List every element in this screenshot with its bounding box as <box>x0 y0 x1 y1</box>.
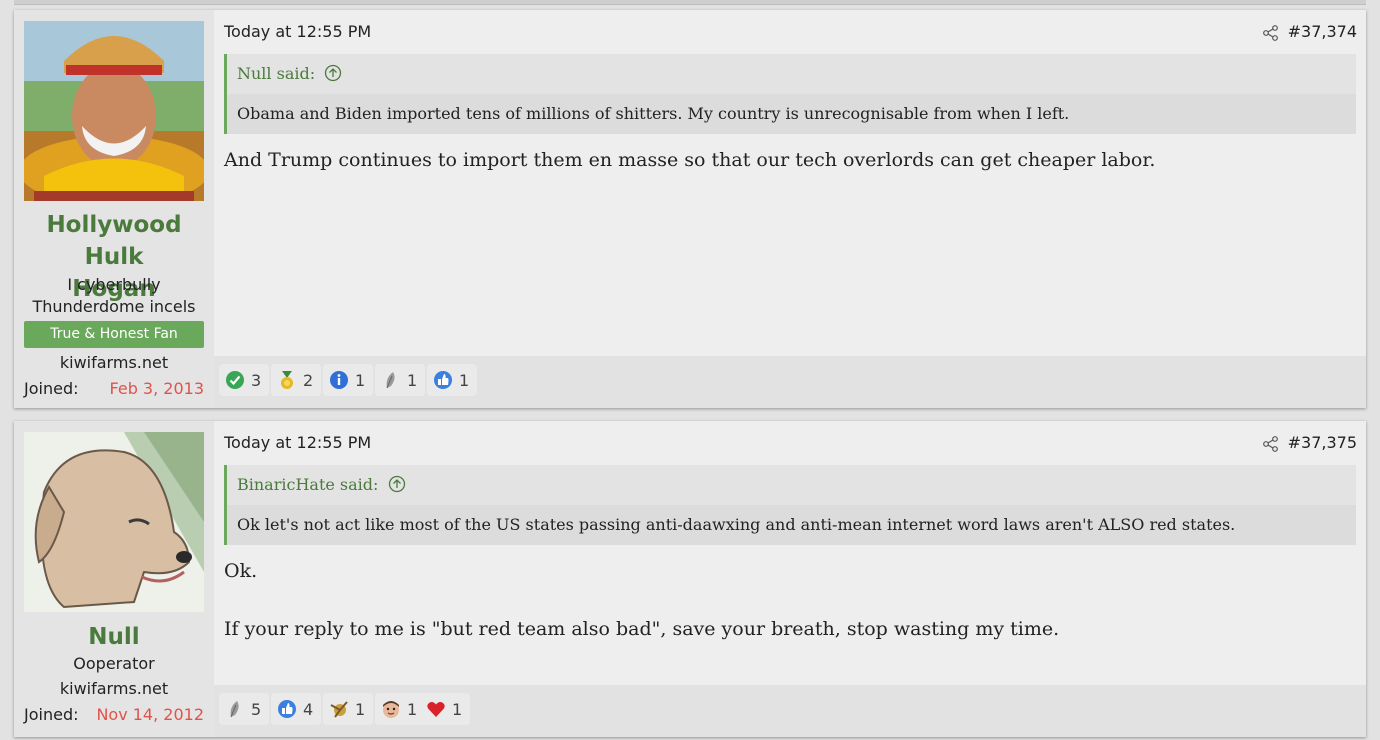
user-panel: Null Ooperator kiwifarms.net Joined: Nov… <box>14 421 214 737</box>
reaction-info[interactable]: 1 <box>323 364 374 396</box>
reaction-heart[interactable]: 1 <box>420 693 471 725</box>
reaction-face[interactable]: 1 <box>375 693 426 725</box>
username-line-1[interactable]: Null <box>88 624 139 650</box>
user-banner: True & Honest Fan <box>24 321 204 348</box>
username-line-1[interactable]: Hollywood Hulk <box>46 212 181 270</box>
reaction-count: 2 <box>303 370 314 390</box>
post-body-line-1: Ok. <box>224 560 258 582</box>
joined-label: Joined: <box>24 705 79 724</box>
reaction-feather[interactable]: 5 <box>219 693 270 725</box>
reaction-count: 1 <box>452 699 463 719</box>
user-title-line-1: I cyberbully <box>67 275 161 294</box>
reaction-feather[interactable]: 1 <box>375 364 426 396</box>
emblem-icon <box>330 701 348 718</box>
post-body-text: And Trump continues to import them en ma… <box>224 149 1156 171</box>
reaction-count: 1 <box>355 370 366 390</box>
quote-header[interactable]: BinaricHate said: <box>227 465 1356 505</box>
reaction-count: 1 <box>355 699 366 719</box>
user-site: kiwifarms.net <box>59 679 169 698</box>
user-title: Ooperator <box>14 653 214 675</box>
reactions-bar: 3 2 1 1 1 <box>214 356 1366 408</box>
post-main: Today at 12:55 PM #37,375 BinaricHate sa… <box>214 421 1366 737</box>
feather-icon <box>230 701 239 718</box>
avatar[interactable] <box>24 432 204 612</box>
reaction-count: 1 <box>407 699 418 719</box>
user-title-line-1: Ooperator <box>73 654 155 673</box>
post-body: Ok. If your reply to me is "but red team… <box>224 557 1059 644</box>
joined-date: Nov 14, 2012 <box>96 705 204 724</box>
quote-author[interactable]: BinaricHate said: <box>237 475 378 494</box>
quote-header[interactable]: Null said: <box>227 54 1356 94</box>
thumbs-up-icon <box>278 700 296 718</box>
face-icon <box>383 701 399 718</box>
post-number[interactable]: #37,374 <box>1288 22 1357 41</box>
info-icon <box>330 371 348 389</box>
arrow-up-circle-icon[interactable] <box>388 475 406 493</box>
share-icon[interactable] <box>1262 24 1280 42</box>
post-37375: Null Ooperator kiwifarms.net Joined: Nov… <box>14 421 1366 737</box>
user-title: I cyberbully Thunderdome incels <box>14 274 214 318</box>
joined-label: Joined: <box>24 379 79 398</box>
joined-row: Joined: Feb 3, 2013 <box>24 378 204 400</box>
quote-block: BinaricHate said: Ok let's not act like … <box>224 465 1356 545</box>
reaction-medal[interactable]: 2 <box>271 364 322 396</box>
post-body: And Trump continues to import them en ma… <box>224 146 1155 175</box>
reaction-thumbs-up[interactable]: 1 <box>427 364 478 396</box>
check-icon <box>226 371 244 389</box>
quote-text: Ok let's not act like most of the US sta… <box>227 505 1356 545</box>
joined-row: Joined: Nov 14, 2012 <box>24 704 204 726</box>
post-body-line-2: If your reply to me is "but red team als… <box>224 618 1060 640</box>
arrow-up-circle-icon[interactable] <box>324 64 342 82</box>
avatar[interactable] <box>24 21 204 201</box>
post-37374: Hollywood Hulk Hogan I cyberbully Thunde… <box>14 10 1366 408</box>
quote-author[interactable]: Null said: <box>237 64 315 83</box>
user-title-line-2: Thunderdome incels <box>32 297 196 316</box>
reaction-count: 3 <box>251 370 262 390</box>
post-main: Today at 12:55 PM #37,374 Null said: Oba… <box>214 10 1366 408</box>
reaction-count: 5 <box>251 699 262 719</box>
share-icon[interactable] <box>1262 435 1280 453</box>
reaction-check[interactable]: 3 <box>219 364 270 396</box>
reaction-emblem[interactable]: 1 <box>323 693 374 725</box>
quote-block: Null said: Obama and Biden imported tens… <box>224 54 1356 134</box>
joined-date: Feb 3, 2013 <box>109 379 204 398</box>
user-site: kiwifarms.net <box>59 353 169 372</box>
user-panel: Hollywood Hulk Hogan I cyberbully Thunde… <box>14 10 214 408</box>
reaction-count: 4 <box>303 699 314 719</box>
post-timestamp[interactable]: Today at 12:55 PM <box>224 433 371 452</box>
username[interactable]: Null <box>14 621 214 653</box>
medal-icon <box>281 371 293 389</box>
previous-post-edge <box>14 0 1366 5</box>
reaction-count: 1 <box>407 370 418 390</box>
thumbs-up-icon <box>434 371 452 389</box>
heart-icon <box>427 702 445 717</box>
quote-text: Obama and Biden imported tens of million… <box>227 94 1356 134</box>
post-number[interactable]: #37,375 <box>1288 433 1357 452</box>
reaction-count: 1 <box>459 370 470 390</box>
reaction-thumbs-up[interactable]: 4 <box>271 693 322 725</box>
post-timestamp[interactable]: Today at 12:55 PM <box>224 22 371 41</box>
reactions-bar: 5 4 1 1 1 <box>214 685 1366 737</box>
feather-icon <box>386 372 395 389</box>
